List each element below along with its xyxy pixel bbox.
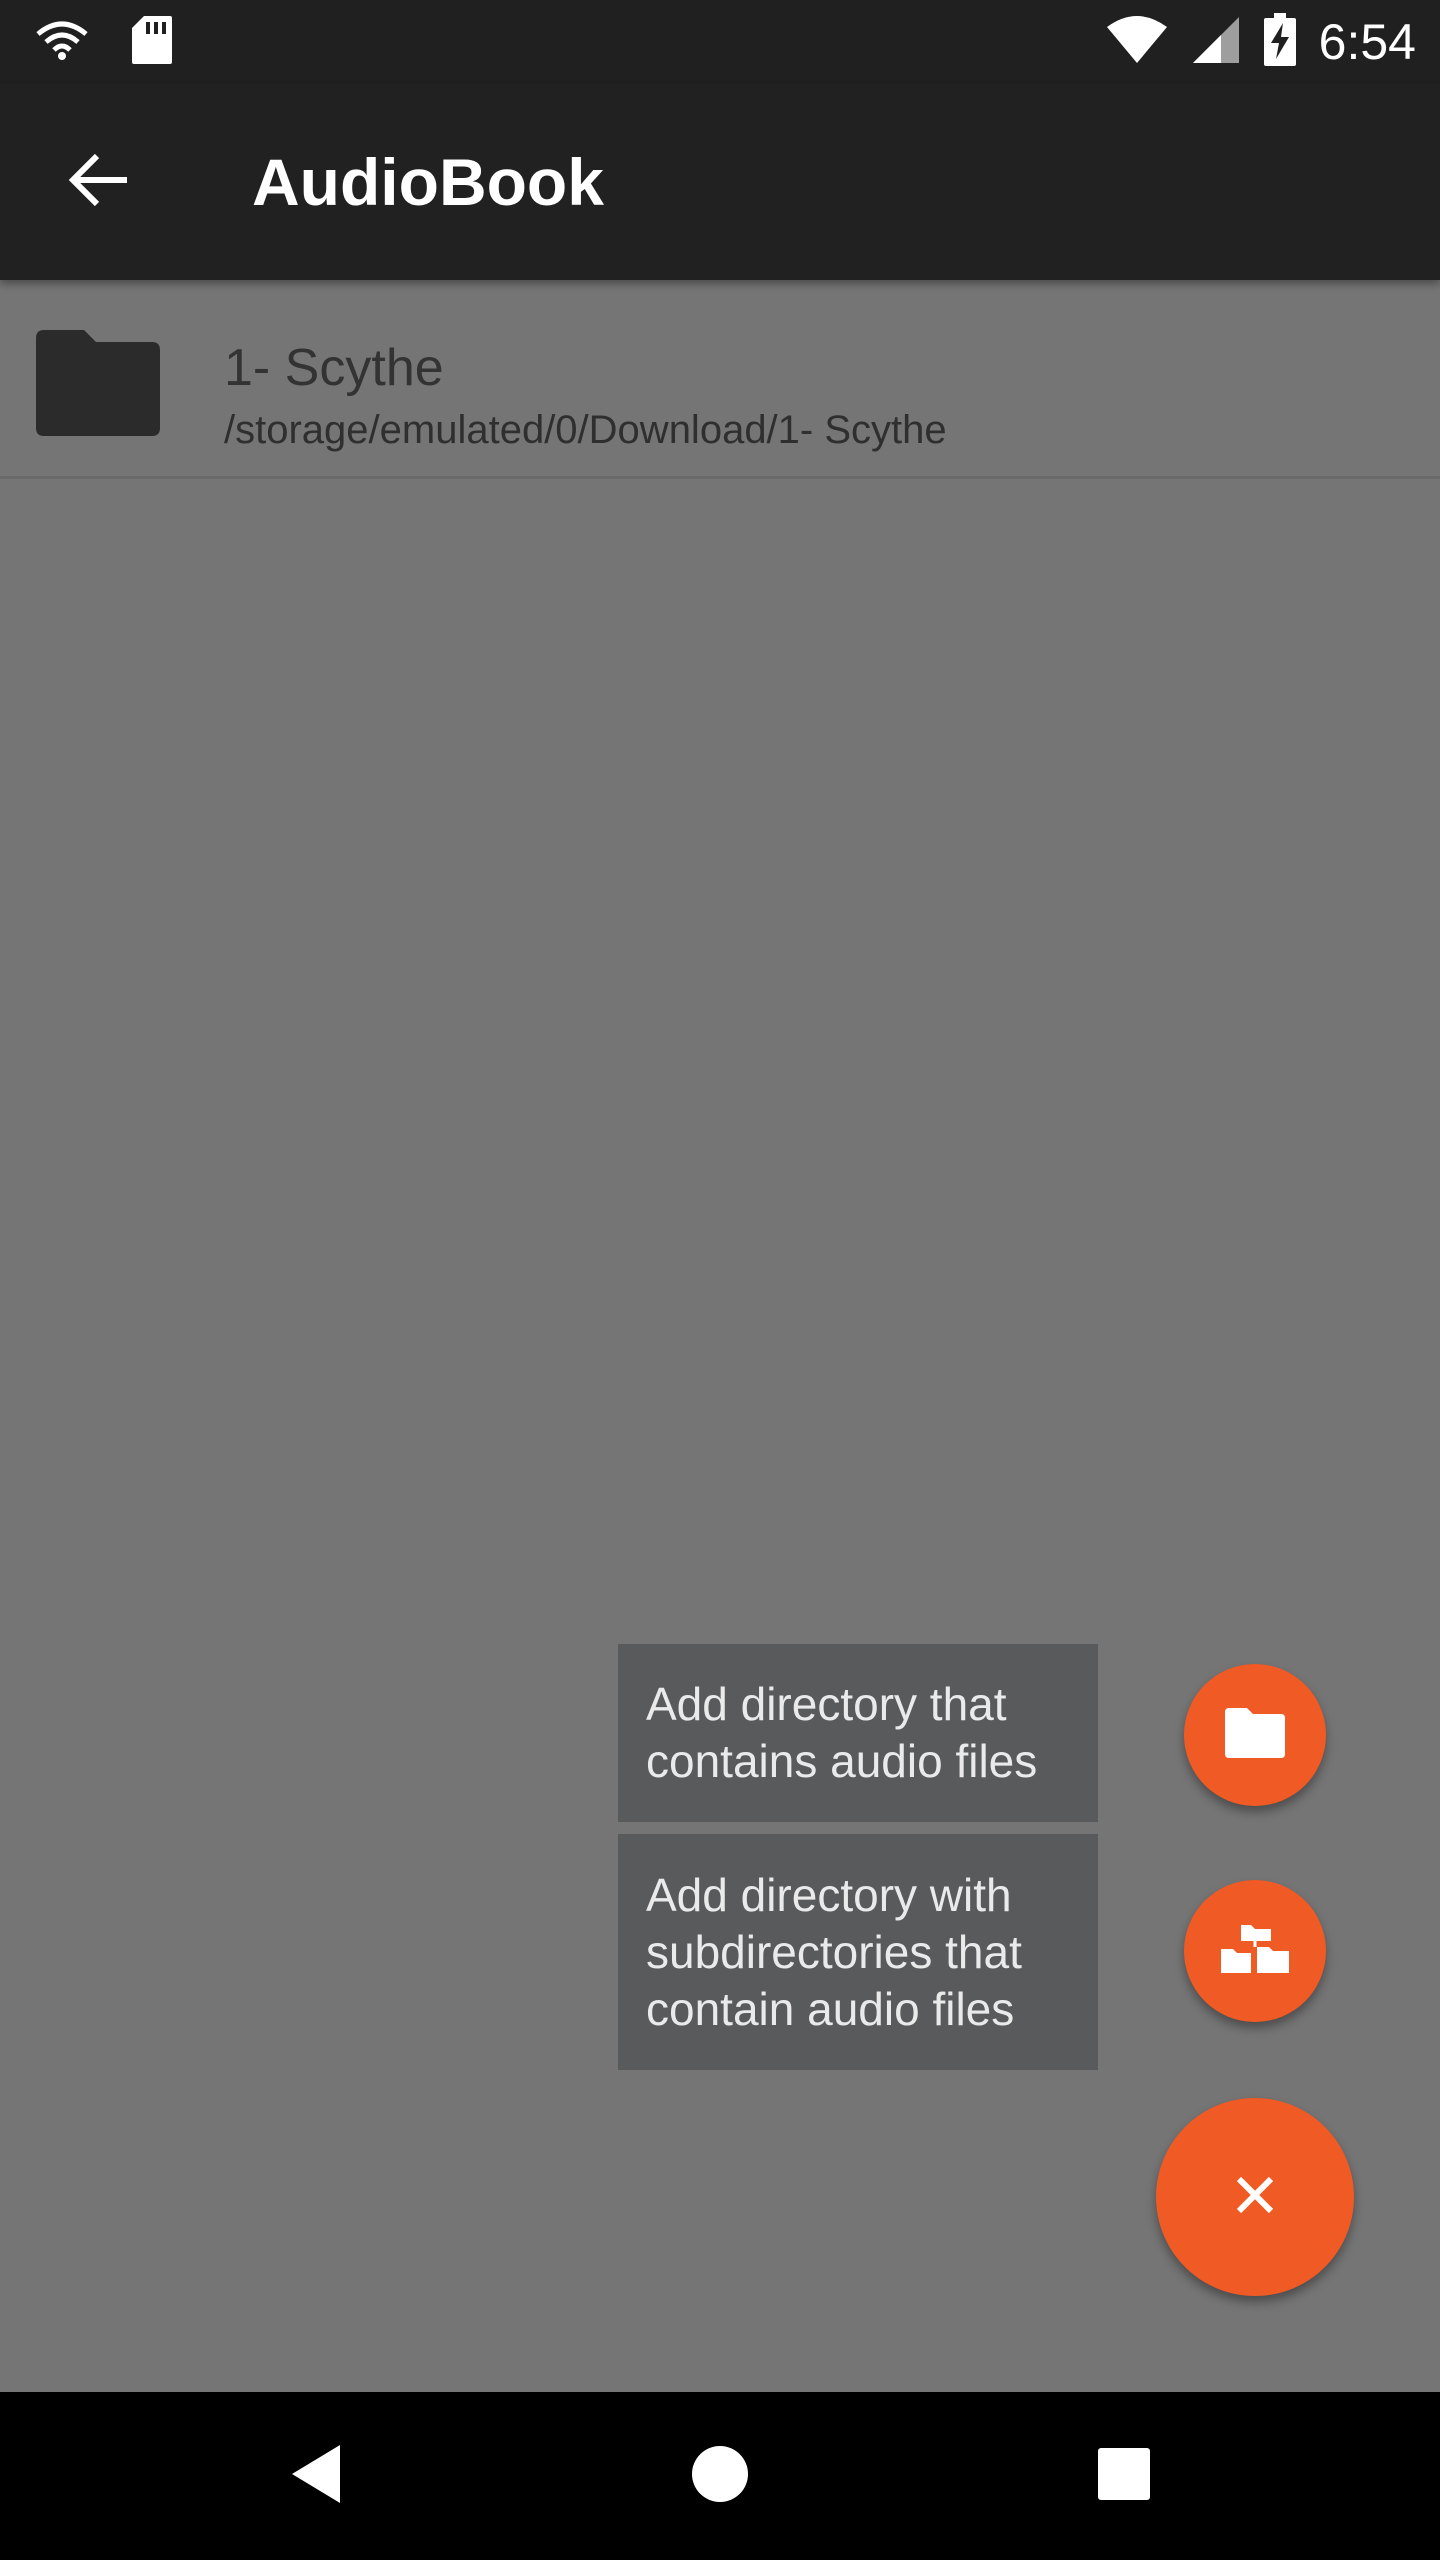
clock: 6:54 [1318, 14, 1416, 70]
page-title: AudioBook [252, 145, 604, 219]
recents-square-icon [1097, 2447, 1151, 2506]
app-bar: AudioBook [0, 84, 1440, 280]
signal-icon [1191, 15, 1241, 70]
close-menu-button[interactable] [1156, 2098, 1354, 2296]
folder-icon [36, 330, 160, 436]
add-directory-with-subdirectories-button[interactable] [1184, 1880, 1326, 2022]
nav-recents-button[interactable] [1074, 2426, 1174, 2526]
hotspot-icon [34, 20, 90, 65]
nav-back-button[interactable] [266, 2426, 366, 2526]
sd-card-icon [130, 14, 174, 71]
nav-home-button[interactable] [670, 2426, 770, 2526]
folder-icon [1225, 1707, 1285, 1763]
back-button[interactable] [50, 134, 146, 230]
folder-tree-icon [1219, 1923, 1291, 1980]
directory-path: /storage/emulated/0/Download/1- Scythe [224, 408, 947, 452]
add-directory-button[interactable] [1184, 1664, 1326, 1806]
arrow-back-icon [67, 151, 129, 214]
add-directory-label[interactable]: Add directory that contains audio files [618, 1644, 1098, 1822]
status-bar: 6:54 [0, 0, 1440, 84]
navigation-bar [0, 2392, 1440, 2560]
close-icon [1235, 2175, 1275, 2220]
directory-title: 1- Scythe [224, 339, 444, 397]
add-directory-with-subdirectories-label[interactable]: Add directory with subdirectories that c… [618, 1834, 1098, 2070]
back-triangle-icon [288, 2443, 344, 2510]
list-item[interactable]: 1- Scythe /storage/emulated/0/Download/1… [0, 280, 1440, 479]
home-circle-icon [691, 2445, 749, 2508]
battery-charging-icon [1263, 12, 1297, 72]
wifi-icon [1105, 15, 1169, 70]
